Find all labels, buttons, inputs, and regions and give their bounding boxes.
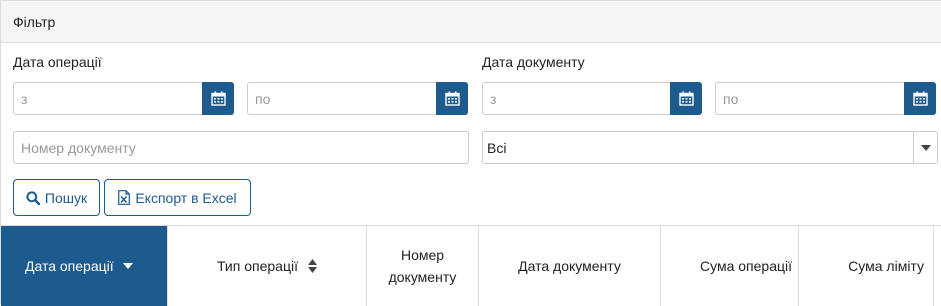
panel-heading: Фільтр [1, 1, 941, 43]
filter-panel: Фільтр Дата операції Дата документу [0, 0, 941, 306]
column-header-operation-amount[interactable]: Сума операції [661, 226, 799, 306]
column-header-label: Дата операції [25, 258, 114, 274]
grid-header: Дата операції Тип операції Номер докумен… [1, 225, 941, 306]
operation-date-from-calendar-button[interactable] [202, 82, 234, 115]
column-header-operation-type[interactable]: Тип операції [168, 226, 367, 306]
column-header-document-number[interactable]: Номер документу [367, 226, 479, 306]
search-button[interactable]: Пошук [13, 179, 100, 216]
caret-down-icon[interactable] [913, 132, 937, 163]
sort-icon [307, 259, 317, 273]
operation-type-select[interactable]: Всі [482, 131, 938, 164]
operation-date-to-calendar-button[interactable] [436, 82, 468, 115]
operation-date-label: Дата операції [13, 54, 102, 70]
excel-file-icon [118, 190, 131, 205]
calendar-icon [444, 91, 460, 106]
column-header-label: Сума операції [700, 258, 792, 274]
export-excel-button[interactable]: Експорт в Excel [104, 179, 251, 216]
column-header-label: Дата документу [518, 258, 621, 274]
operation-type-select-value: Всі [487, 140, 507, 156]
document-date-to-input[interactable] [715, 82, 904, 115]
document-date-to-calendar-button[interactable] [904, 82, 936, 115]
calendar-icon [678, 91, 694, 106]
column-header-operation-date[interactable]: Дата операції [1, 226, 168, 306]
search-icon [26, 190, 40, 205]
export-excel-button-label: Експорт в Excel [135, 189, 237, 206]
document-date-from-calendar-button[interactable] [670, 82, 702, 115]
calendar-icon [210, 91, 226, 106]
column-header-label: Сума ліміту [848, 258, 924, 274]
column-header-document-date[interactable]: Дата документу [479, 226, 661, 306]
search-button-label: Пошук [44, 189, 88, 206]
calendar-icon [912, 91, 928, 106]
operation-date-from-input[interactable] [13, 82, 202, 115]
operation-date-to-input[interactable] [247, 82, 436, 115]
panel-title: Фільтр [13, 14, 56, 30]
document-number-input[interactable] [13, 131, 469, 164]
column-header-limit-amount[interactable]: Сума ліміту [799, 226, 934, 306]
sort-desc-icon [122, 263, 133, 269]
column-header-label: Тип операції [217, 258, 298, 274]
column-header-label: Номер документу [388, 247, 457, 285]
document-date-from-input[interactable] [482, 82, 670, 115]
document-date-label: Дата документу [482, 54, 585, 70]
